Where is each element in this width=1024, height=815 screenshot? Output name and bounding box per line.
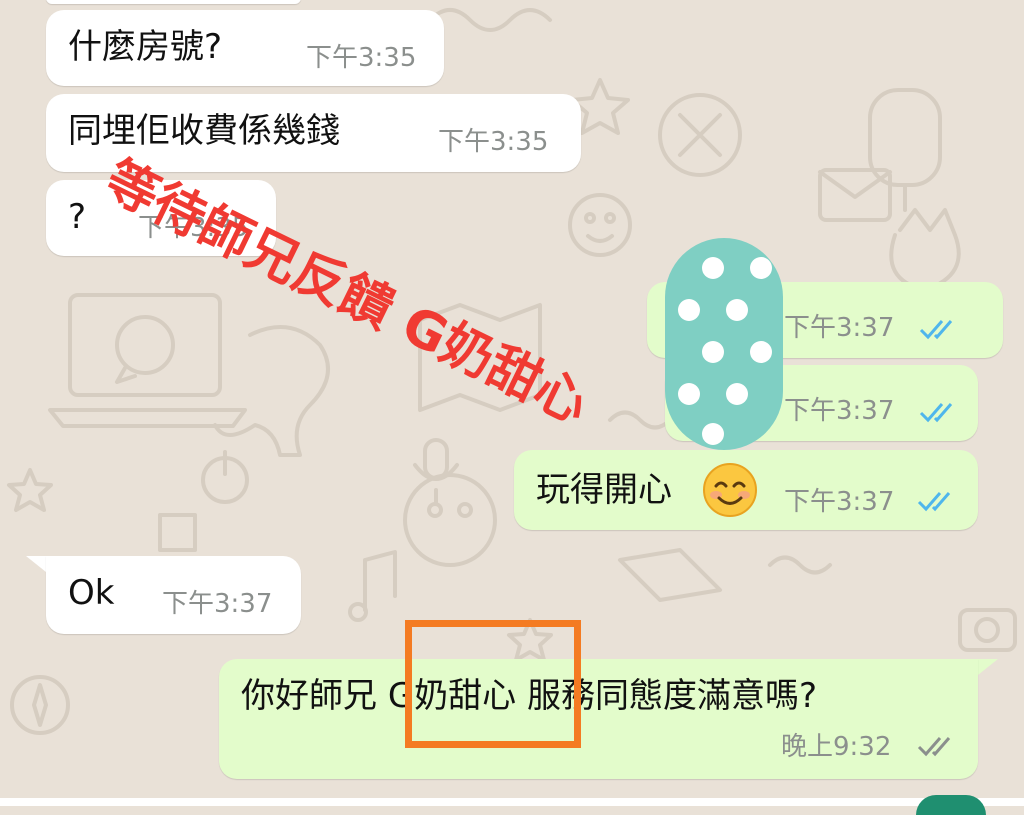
- message-time: 下午3:37: [784, 487, 895, 517]
- message-time: 下午3:37: [162, 589, 273, 619]
- highlight-box: [405, 620, 581, 748]
- outgoing-message-bubble[interactable]: 玩得開心 下午3:37: [514, 450, 978, 530]
- message-time: 下午3:37: [784, 396, 895, 426]
- double-check-read-icon: [919, 320, 953, 340]
- outgoing-message-bubble[interactable]: 你好師兄 G奶甜心 服務同態度滿意嗎? 晚上9:32: [219, 659, 978, 779]
- polka-dot-sticker: [665, 238, 783, 450]
- incoming-message-bubble[interactable]: 什麼房號? 下午3:35: [46, 10, 444, 86]
- message-input-bar[interactable]: [0, 798, 1024, 806]
- message-time: 下午3:37: [784, 313, 895, 343]
- message-time: 下午3:35: [438, 127, 549, 157]
- message-text: 同埋佢收費係幾錢: [68, 111, 340, 151]
- double-check-delivered-icon: [917, 737, 951, 757]
- message-text: ?: [68, 197, 87, 237]
- message-text-part: 你好師兄: [241, 676, 388, 716]
- incoming-message-bubble[interactable]: [46, 0, 301, 4]
- message-text: Ok: [68, 573, 115, 613]
- send-button[interactable]: [916, 795, 986, 815]
- double-check-read-icon: [919, 403, 953, 423]
- message-text: 玩得開心: [536, 470, 672, 510]
- message-text: 什麼房號?: [68, 27, 223, 67]
- message-time: 晚上9:32: [781, 732, 892, 762]
- double-check-read-icon: [917, 492, 951, 512]
- incoming-message-bubble[interactable]: Ok 下午3:37: [46, 556, 301, 634]
- smiling-face-emoji: [703, 463, 757, 517]
- message-time: 下午3:35: [306, 43, 417, 73]
